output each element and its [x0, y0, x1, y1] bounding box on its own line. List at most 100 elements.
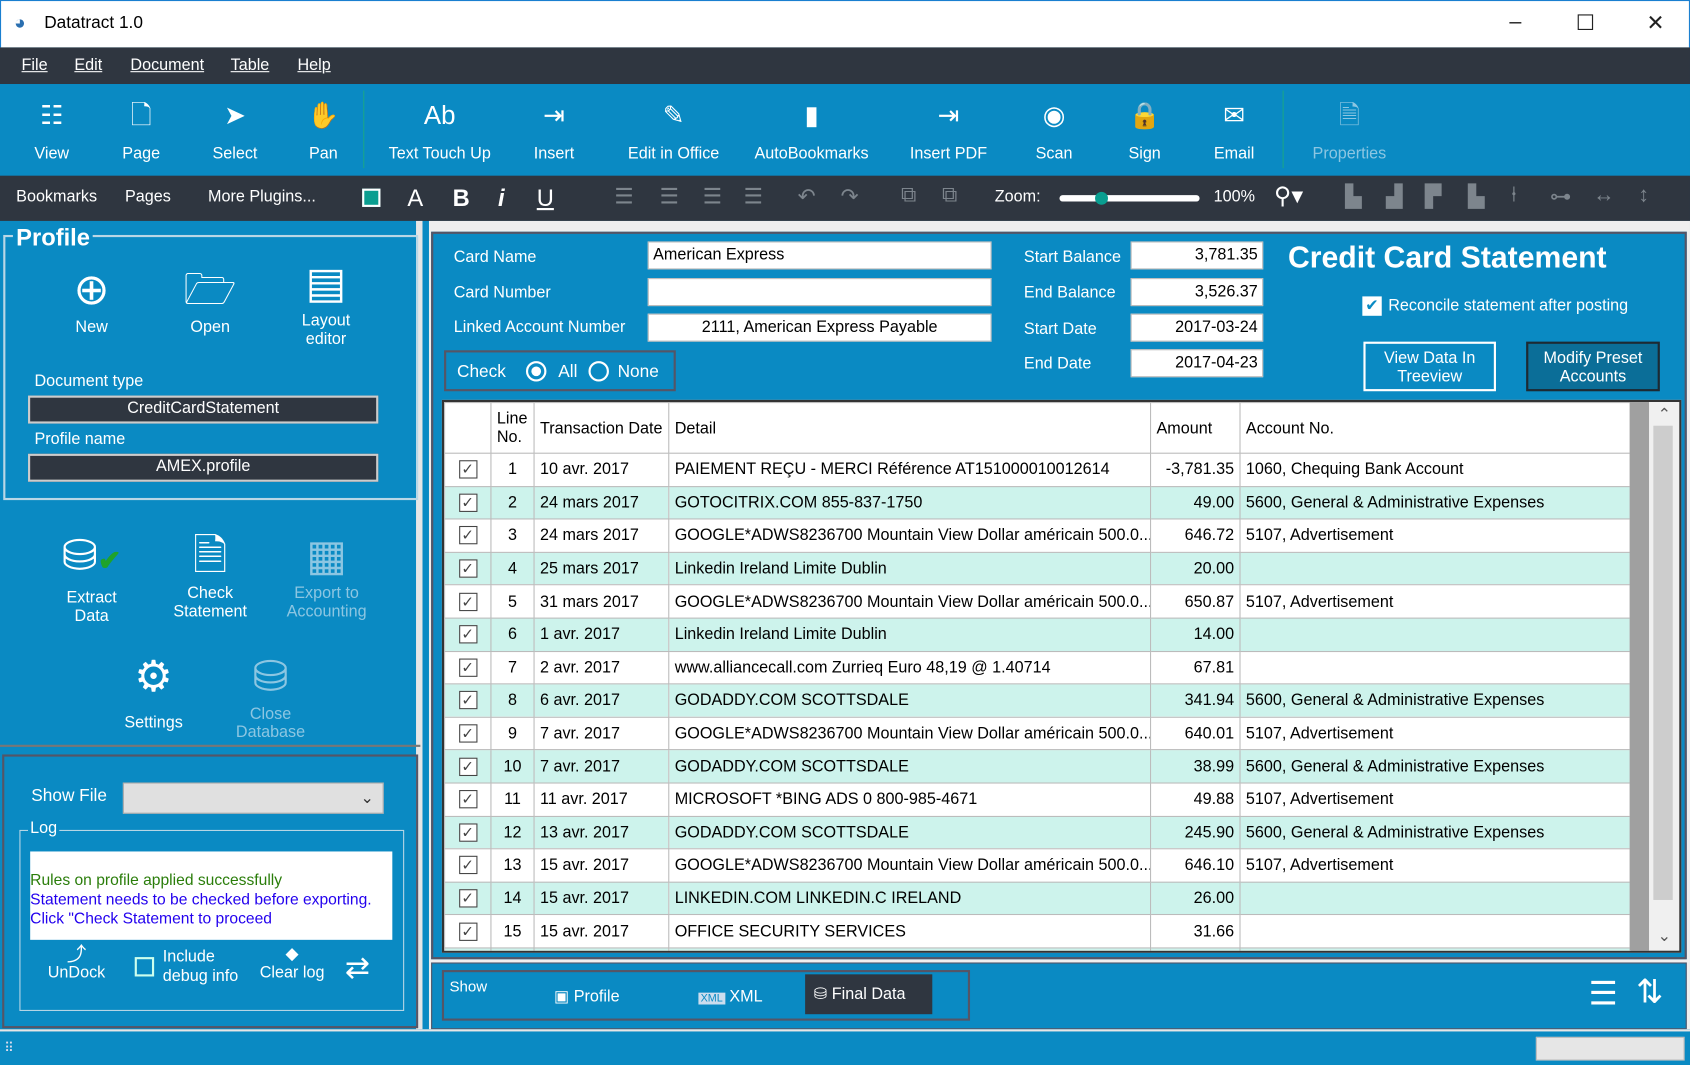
- open-profile-button[interactable]: 🗁 Open: [172, 262, 247, 336]
- extract-data-button[interactable]: ⛁✔ Extract Data: [49, 528, 135, 625]
- center-vertical-icon[interactable]: ⍿: [1511, 183, 1517, 208]
- show-xml-button[interactable]: XML XML: [698, 981, 763, 1013]
- zoom-search-icon[interactable]: ⚲▾: [1274, 182, 1303, 210]
- menu-table[interactable]: Table: [231, 56, 270, 74]
- table-row[interactable]: ✓ 12 13 avr. 2017 GODADDY.COM SCOTTSDALE 245…: [444, 815, 1631, 850]
- settings-button[interactable]: ⚙ Settings: [113, 649, 194, 732]
- ribbon-edit-in-office-button[interactable]: ✎ Edit in Office: [619, 84, 729, 176]
- check-statement-button[interactable]: 🗎 Check Statement: [162, 528, 259, 620]
- row-checkbox[interactable]: ✓: [458, 724, 477, 743]
- end-date-input[interactable]: 2017-04-23: [1130, 349, 1264, 378]
- all-radio[interactable]: [525, 361, 547, 382]
- align-right-icon[interactable]: ☰: [703, 183, 722, 210]
- maximize-button[interactable]: ☐: [1564, 10, 1607, 37]
- scrollbar-thumb[interactable]: [1653, 425, 1673, 900]
- card-number-input[interactable]: [647, 278, 992, 307]
- table-row[interactable]: ✓ 14 15 avr. 2017 LINKEDIN.COM LINKEDIN.C I…: [444, 881, 1631, 916]
- row-checkbox[interactable]: ✓: [458, 790, 477, 809]
- view-treeview-button[interactable]: View Data In Treeview: [1363, 341, 1496, 392]
- linked-account-input[interactable]: 2111, American Express Payable: [647, 313, 992, 342]
- width-icon[interactable]: ↔: [1593, 183, 1615, 208]
- justify-icon[interactable]: ☰: [744, 183, 763, 210]
- more-plugins-button[interactable]: More Plugins...: [208, 188, 316, 206]
- close-database-button[interactable]: ⛁ Close Database: [226, 649, 314, 742]
- row-checkbox[interactable]: ✓: [458, 559, 477, 578]
- ribbon-select-button[interactable]: ➤ Select: [205, 84, 265, 176]
- row-checkbox[interactable]: ✓: [458, 658, 477, 677]
- ungroup-icon[interactable]: ⧉: [942, 183, 957, 208]
- ribbon-properties-button[interactable]: 🗎 Properties: [1300, 84, 1399, 176]
- menu-help[interactable]: Help: [297, 56, 330, 74]
- align-top-icon[interactable]: ▙: [1345, 183, 1362, 210]
- include-debug-checkbox[interactable]: [134, 957, 155, 977]
- table-row[interactable]: ✓ 4 25 mars 2017 Linkedin Ireland Limite Du…: [444, 551, 1631, 586]
- color-swatch[interactable]: [362, 188, 381, 207]
- table-row[interactable]: ✓ 7 2 avr. 2017 www.alliancecall.com Zurrie…: [444, 650, 1631, 685]
- ribbon-sign-button[interactable]: 🔒 Sign: [1117, 84, 1173, 176]
- table-row[interactable]: ✓ 11 11 avr. 2017 MICROSOFT *BING ADS 0 800…: [444, 782, 1631, 817]
- ribbon-insert-pdf-button[interactable]: ⇥ Insert PDF: [903, 84, 994, 176]
- zoom-slider-thumb[interactable]: [1095, 191, 1108, 205]
- scrollbar[interactable]: ⌃ ⌄: [1629, 402, 1680, 951]
- export-accounting-button[interactable]: ▦ Export to Accounting: [278, 528, 375, 620]
- profile-name-field[interactable]: AMEX.profile: [28, 453, 379, 482]
- reconcile-checkbox[interactable]: ✔: [1362, 296, 1382, 316]
- clear-log-button[interactable]: ◆ Clear log: [254, 945, 329, 982]
- start-date-input[interactable]: 2017-03-24: [1130, 313, 1264, 342]
- underline-icon[interactable]: U: [537, 184, 554, 212]
- close-button[interactable]: ✕: [1634, 10, 1677, 37]
- ribbon-view-button[interactable]: ☷ View: [30, 84, 73, 176]
- bold-icon[interactable]: B: [453, 184, 470, 212]
- minimize-button[interactable]: –: [1494, 10, 1537, 35]
- table-row[interactable]: ✓ 13 15 avr. 2017 GOOGLE*ADWS8236700 Mounta…: [444, 848, 1631, 883]
- ribbon-pan-button[interactable]: ✋ Pan: [297, 84, 349, 176]
- show-final-data-button[interactable]: ⛁ Final Data: [805, 974, 933, 1015]
- ribbon-scan-button[interactable]: ◉ Scan: [1024, 84, 1084, 176]
- table-row[interactable]: ✓ 8 6 avr. 2017 GODADDY.COM SCOTTSDALE 341.9…: [444, 683, 1631, 718]
- none-radio[interactable]: [588, 361, 609, 382]
- layout-editor-button[interactable]: ▤ Layout editor: [286, 255, 367, 348]
- card-name-input[interactable]: American Express: [647, 241, 992, 270]
- font-size-icon[interactable]: A: [407, 184, 423, 212]
- menu-document[interactable]: Document: [130, 56, 204, 74]
- new-profile-button[interactable]: ⊕ New: [54, 262, 129, 336]
- align-center-icon[interactable]: ☰: [660, 183, 679, 210]
- row-checkbox[interactable]: ✓: [458, 823, 477, 842]
- pages-tab[interactable]: Pages: [125, 188, 171, 206]
- swap-arrows-icon[interactable]: ⇄: [345, 950, 370, 986]
- row-checkbox[interactable]: ✓: [458, 526, 477, 545]
- table-row[interactable]: ✓ 15 15 avr. 2017 OFFICE SECURITY SERVICES 3…: [444, 914, 1631, 949]
- zoom-slider[interactable]: [1059, 191, 1200, 205]
- menu-file[interactable]: File: [22, 56, 48, 74]
- align-top-edge-icon[interactable]: ▛: [1425, 183, 1442, 210]
- undock-button[interactable]: ⤴ UnDock: [43, 944, 110, 982]
- table-row[interactable]: ✓ 2 24 mars 2017 GOTOCITRIX.COM 855-837-175…: [444, 485, 1631, 520]
- show-profile-button[interactable]: ▣ Profile: [554, 981, 620, 1013]
- menu-edit[interactable]: Edit: [74, 56, 102, 74]
- scroll-down-icon[interactable]: ⌄: [1658, 926, 1672, 945]
- row-checkbox[interactable]: ✓: [458, 625, 477, 644]
- column-header[interactable]: [444, 402, 492, 454]
- column-header[interactable]: Amount: [1150, 402, 1241, 454]
- row-checkbox[interactable]: ✓: [458, 922, 477, 941]
- table-row[interactable]: ✓ 10 7 avr. 2017 GODADDY.COM SCOTTSDALE 38.9…: [444, 749, 1631, 784]
- redo-icon[interactable]: ↷: [841, 183, 859, 210]
- ribbon-insert-button[interactable]: ⇥ Insert: [522, 84, 587, 176]
- column-header[interactable]: Account No.: [1239, 402, 1631, 454]
- bookmarks-tab[interactable]: Bookmarks: [16, 188, 97, 206]
- ribbon-autobookmarks-button[interactable]: ▮ AutoBookmarks: [744, 84, 880, 176]
- ribbon-email-button[interactable]: ✉ Email: [1205, 84, 1263, 176]
- table-row[interactable]: ✓ 3 24 mars 2017 GOOGLE*ADWS8236700 Mountai…: [444, 518, 1631, 553]
- align-bottom-icon[interactable]: ▟: [1386, 183, 1403, 210]
- row-checkbox[interactable]: ✓: [458, 856, 477, 875]
- ribbon-page-button[interactable]: 🗋 Page: [116, 84, 166, 176]
- row-checkbox[interactable]: ✓: [458, 757, 477, 776]
- row-checkbox[interactable]: ✓: [458, 592, 477, 611]
- align-left-icon[interactable]: ☰: [614, 183, 633, 210]
- table-row[interactable]: ✓ 1 10 avr. 2017 PAIEMENT REÇU - MERCI Réfé…: [444, 452, 1631, 487]
- row-checkbox[interactable]: ✓: [458, 460, 477, 479]
- document-type-field[interactable]: CreditCardStatement: [28, 395, 379, 424]
- center-horizontal-icon[interactable]: ⊶: [1550, 183, 1572, 210]
- ribbon-text-touch-up-button[interactable]: Ab Text Touch Up: [379, 84, 500, 176]
- table-row[interactable]: ✓ 6 1 avr. 2017 Linkedin Ireland Limite Dub…: [444, 617, 1631, 652]
